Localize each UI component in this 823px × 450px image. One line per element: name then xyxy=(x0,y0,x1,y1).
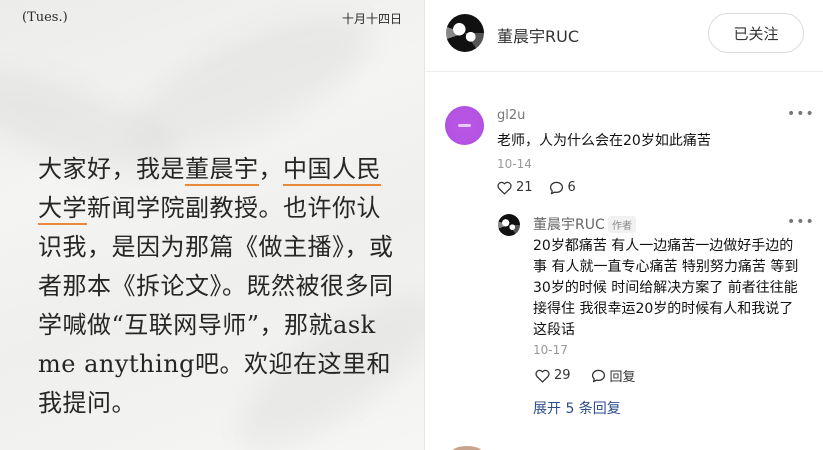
like-count: 21 xyxy=(516,180,533,195)
comment-icon xyxy=(591,369,606,383)
commenter-name[interactable]: gl2u xyxy=(497,108,525,123)
reply-button[interactable]: 回复 xyxy=(591,366,636,385)
intro-text-segment: 大家好，我是 xyxy=(38,155,185,183)
date-label: 十月十四日 xyxy=(341,12,402,26)
reply-text: 20岁都痛苦 有人一边痛苦一边做好手边的事 有人就一直专心痛苦 特别努力痛苦 等… xyxy=(533,238,799,338)
like-button[interactable]: 29 xyxy=(535,368,571,383)
reply-count-button[interactable]: 6 xyxy=(549,180,576,195)
author-name[interactable]: 董晨宇RUC xyxy=(497,23,579,47)
comment-date: 10-14 xyxy=(497,157,532,171)
like-count: 29 xyxy=(554,368,571,383)
heart-icon xyxy=(535,369,550,383)
intro-text-segment: ， xyxy=(258,155,283,183)
comment-stats: 21 6 xyxy=(497,180,576,195)
like-button[interactable]: 21 xyxy=(497,180,533,195)
intro-text: 大家好，我是董晨宇，中国人民大学新闻学院副教授。也许你认识我，是因为那篇《做主播… xyxy=(38,150,398,423)
reply-label: 回复 xyxy=(609,370,636,385)
reply-stats: 29 回复 xyxy=(535,366,636,385)
commenter-avatar[interactable] xyxy=(445,106,484,145)
more-icon[interactable]: ••• xyxy=(787,106,815,122)
comment-icon xyxy=(549,181,564,195)
follow-button[interactable]: 已关注 xyxy=(708,13,804,53)
next-comment-avatar xyxy=(452,446,482,450)
intro-text-segment: 新闻学院副教授。也许你认识我，是因为那篇《做主播》，或者那本《拆论文》。既然被很… xyxy=(38,194,394,417)
post-image: (Tues.) 十月十四日 大家好，我是董晨宇，中国人民大学新闻学院副教授。也许… xyxy=(0,0,424,450)
expand-replies-link[interactable]: 展开 5 条回复 xyxy=(533,398,621,418)
replier-avatar[interactable] xyxy=(498,214,520,236)
highlighted-text: 董晨宇 xyxy=(185,155,259,186)
more-icon[interactable]: ••• xyxy=(787,214,815,230)
heart-icon xyxy=(497,181,512,195)
author-badge: 作者 xyxy=(608,216,636,233)
author-avatar[interactable] xyxy=(446,14,484,52)
author-header: 董晨宇RUC 已关注 xyxy=(425,0,823,72)
reply-date: 10-17 xyxy=(533,343,568,357)
replier-name[interactable]: 董晨宇RUC xyxy=(533,214,605,234)
weekday-label: (Tues.) xyxy=(22,10,68,25)
reply-count: 6 xyxy=(567,180,576,195)
comment-text: 老师，人为什么会在20岁如此痛苦 xyxy=(497,133,711,149)
